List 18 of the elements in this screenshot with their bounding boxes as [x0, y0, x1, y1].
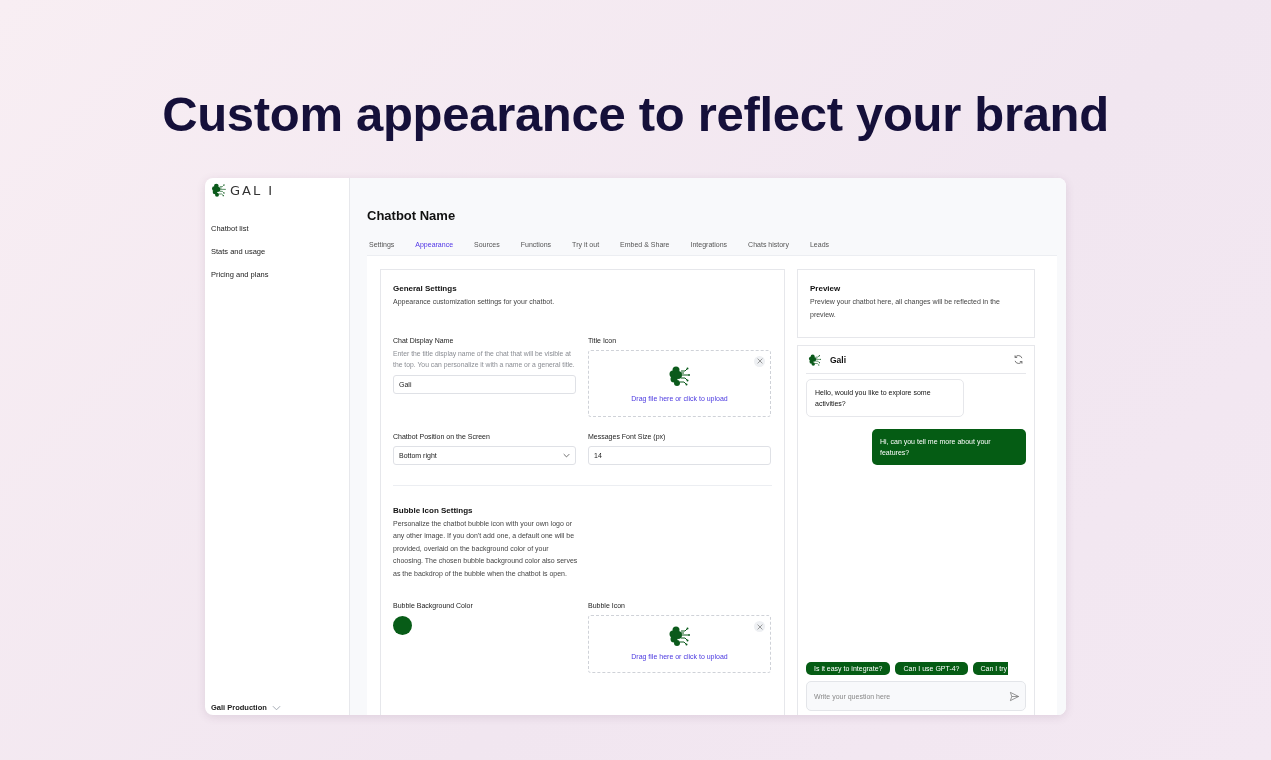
chevron-down-icon — [563, 452, 570, 458]
brain-logo-icon — [211, 182, 227, 198]
brain-logo-icon — [667, 624, 692, 648]
send-icon[interactable] — [1009, 690, 1020, 702]
close-icon[interactable] — [754, 621, 765, 632]
headline: Custom appearance to reflect your brand — [162, 86, 1109, 143]
chat-title: Gali — [830, 354, 847, 365]
section-title: General Settings — [393, 284, 458, 293]
logo-text: GAL I — [230, 182, 275, 198]
close-icon[interactable] — [754, 355, 765, 367]
section-title: Preview — [810, 284, 842, 293]
section-title: Bubble Icon Settings — [393, 505, 474, 515]
color-swatch[interactable] — [393, 616, 412, 635]
brain-logo-icon — [808, 352, 822, 367]
brain-logo-icon — [667, 364, 692, 388]
page-title: Chatbot Name — [367, 208, 457, 224]
caret-icon[interactable] — [271, 704, 281, 711]
refresh-icon[interactable] — [1013, 354, 1024, 365]
